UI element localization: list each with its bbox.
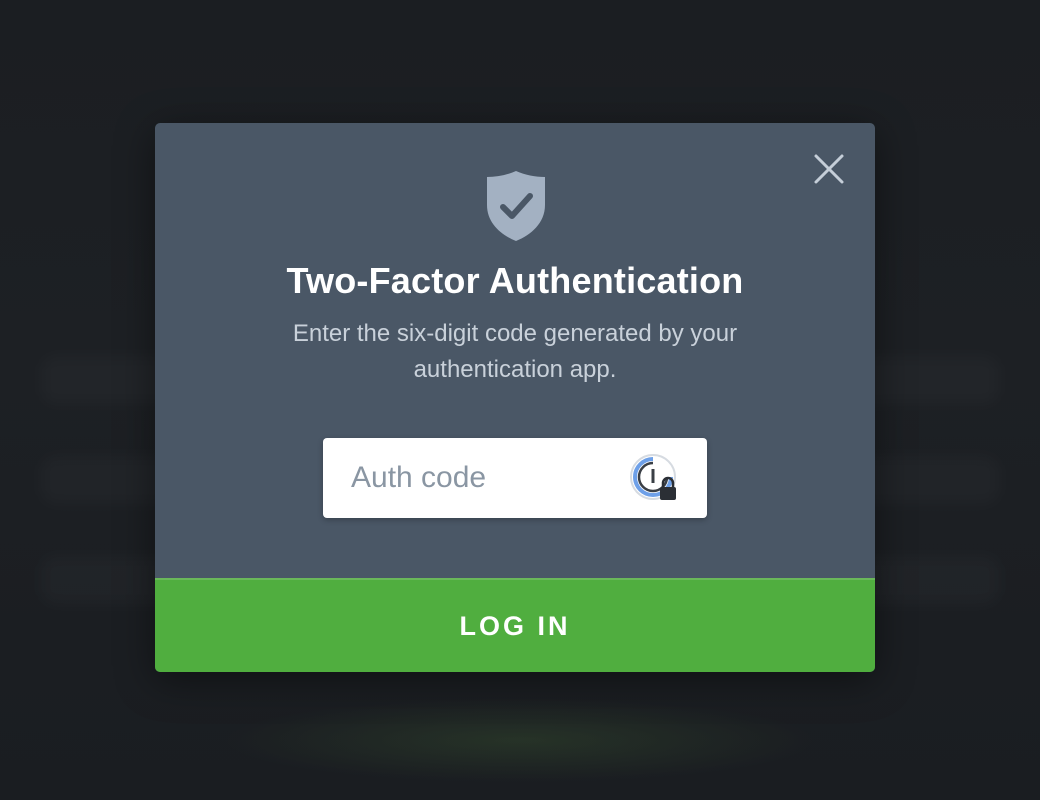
close-icon <box>814 154 844 184</box>
modal-title: Two-Factor Authentication <box>286 260 744 301</box>
auth-code-field <box>323 438 707 518</box>
close-button[interactable] <box>813 153 845 185</box>
two-factor-modal: Two-Factor Authentication Enter the six-… <box>155 123 875 672</box>
shield-check-icon <box>487 171 545 241</box>
password-manager-icon[interactable] <box>629 453 681 505</box>
modal-subtitle: Enter the six-digit code generated by yo… <box>292 320 738 383</box>
login-button[interactable]: LOG IN <box>155 580 875 672</box>
